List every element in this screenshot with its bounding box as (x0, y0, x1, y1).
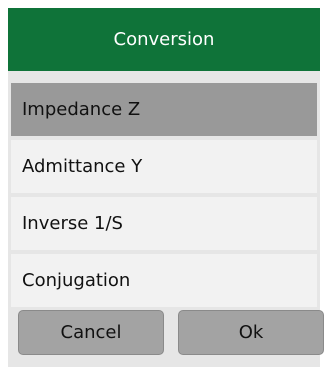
option-conjugation[interactable]: Conjugation (11, 254, 317, 307)
option-admittance-y[interactable]: Admittance Y (11, 140, 317, 193)
ok-button[interactable]: Ok (178, 310, 324, 355)
cancel-button[interactable]: Cancel (18, 310, 164, 355)
option-inverse-1-s[interactable]: Inverse 1/S (11, 197, 317, 250)
option-impedance-z[interactable]: Impedance Z (11, 83, 317, 136)
conversion-option-list: Impedance Z Admittance Y Inverse 1/S Con… (11, 83, 317, 307)
dialog-button-row: Cancel Ok (18, 310, 324, 355)
dialog-title: Conversion (8, 8, 320, 71)
conversion-dialog: Conversion Impedance Z Admittance Y Inve… (8, 8, 324, 367)
